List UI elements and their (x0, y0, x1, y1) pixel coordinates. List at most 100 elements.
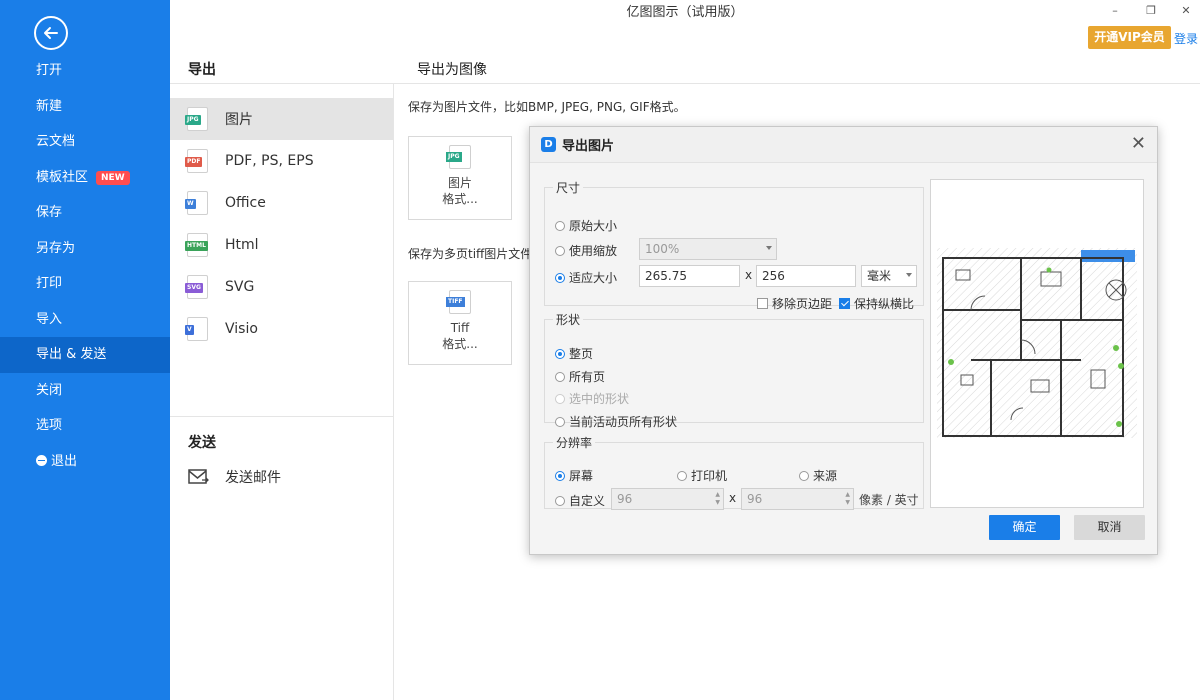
radio-source[interactable]: 来源 (799, 467, 837, 484)
format-label: Office (225, 195, 266, 211)
height-input[interactable]: 256 (756, 265, 856, 287)
send-email-button[interactable]: 发送邮件 (188, 467, 281, 487)
resolution-legend: 分辨率 (556, 436, 593, 450)
mail-icon (188, 469, 209, 484)
format-label: Html (225, 237, 259, 253)
width-input[interactable]: 265.75 (639, 265, 740, 287)
image-description: 保存为图片文件，比如BMP, JPEG, PNG, GIF格式。 (408, 100, 686, 114)
sidebar-item-exit[interactable]: 退出 (0, 444, 170, 480)
format-label: Visio (225, 321, 258, 337)
dpi-y-input[interactable]: 96 ▲ ▼ (741, 488, 854, 510)
radio-screen[interactable]: 屏幕 (555, 467, 593, 484)
spinner-icon: ▲ ▼ (845, 491, 850, 506)
radio-label: 适应大小 (569, 271, 618, 285)
format-item-svg[interactable]: SVG SVG (170, 266, 393, 308)
radio-current-active-page[interactable]: 当前活动页所有形状 (555, 413, 677, 430)
card-title: Tiff (450, 321, 470, 335)
export-heading: 导出 (188, 62, 216, 78)
export-as-image-heading: 导出为图像 (417, 62, 487, 78)
sidebar-item-import[interactable]: 导入 (0, 302, 170, 338)
radio-label: 所有页 (569, 370, 606, 384)
dpi-x-input[interactable]: 96 ▲ ▼ (611, 488, 724, 510)
sidebar-item-label: 新建 (36, 98, 63, 114)
tiff-format-card[interactable]: TIFF Tiff 格式... (408, 281, 512, 365)
shape-group: 形状 整页 所有页 选中的形状 当前活动页所有形状 (544, 311, 924, 429)
send-divider (170, 416, 393, 417)
close-window-button[interactable]: ✕ (1175, 0, 1197, 22)
sidebar-item-label: 打印 (36, 276, 63, 291)
send-email-label: 发送邮件 (225, 470, 281, 486)
vip-button[interactable]: 开通VIP会员 (1088, 26, 1171, 49)
radio-dot (555, 371, 565, 382)
header-divider (170, 83, 1200, 84)
dpi-unit: 像素 / 英寸 (859, 493, 919, 507)
dpi-x-value: 96 (617, 492, 633, 506)
image-format-card[interactable]: JPG 图片 格式... (408, 136, 512, 220)
close-icon[interactable]: ✕ (1131, 135, 1146, 153)
sidebar-item-template-community[interactable]: 模板社区 NEW (0, 160, 170, 196)
radio-dot (555, 470, 565, 481)
format-item-image[interactable]: JPG 图片 (170, 98, 393, 140)
resolution-group: 分辨率 屏幕 打印机 来源 自定义 96 ▲ ▼ x 96 ▲ ▼ 像素 / 英寸 (544, 434, 924, 510)
sidebar-item-save-as[interactable]: 另存为 (0, 231, 170, 267)
card-subtitle: 格式... (442, 337, 478, 351)
radio-whole-page[interactable]: 整页 (555, 345, 593, 362)
radio-label: 来源 (813, 469, 838, 483)
radio-use-zoom[interactable]: 使用缩放 (555, 242, 617, 259)
tiff-file-icon: TIFF (446, 290, 471, 314)
sidebar-item-options[interactable]: 选项 (0, 408, 170, 444)
minimize-button[interactable]: – (1104, 0, 1126, 22)
radio-dot (555, 272, 565, 283)
sidebar-nav: 打开 新建 云文档 模板社区 NEW 保存 另存为 打印 导入 导出 & 发送 关… (0, 53, 170, 479)
checkbox-label: 保持纵横比 (854, 297, 915, 311)
radio-dot (799, 470, 809, 481)
sidebar-item-label: 导入 (36, 311, 63, 327)
shape-legend: 形状 (556, 313, 581, 327)
keep-ratio-checkbox[interactable]: 保持纵横比 (839, 295, 914, 312)
radio-dot (555, 495, 565, 506)
sidebar-item-cloud-docs[interactable]: 云文档 (0, 124, 170, 160)
sidebar-item-label: 导出 & 发送 (36, 347, 107, 362)
login-link[interactable]: 登录 (1174, 30, 1198, 47)
sidebar-item-label: 模板社区 (36, 169, 89, 185)
sidebar-item-open[interactable]: 打开 (0, 53, 170, 89)
format-item-pdf[interactable]: PDF PDF, PS, EPS (170, 140, 393, 182)
times-sign: x (745, 268, 753, 282)
back-button[interactable] (34, 16, 68, 50)
unit-select[interactable]: 毫米 (861, 265, 917, 287)
radio-custom[interactable]: 自定义 (555, 492, 605, 509)
sidebar-item-label: 云文档 (36, 134, 76, 149)
sidebar-item-export-send[interactable]: 导出 & 发送 (0, 337, 170, 373)
radio-original-size[interactable]: 原始大小 (555, 217, 617, 234)
sidebar-item-print[interactable]: 打印 (0, 266, 170, 302)
remove-margin-checkbox[interactable]: 移除页边距 (757, 295, 832, 312)
radio-label: 当前活动页所有形状 (569, 415, 678, 429)
arrow-left-icon (44, 27, 58, 39)
zoom-select[interactable]: 100% (639, 238, 777, 260)
dialog-titlebar: D 导出图片 ✕ (530, 127, 1157, 163)
radio-dot (555, 416, 565, 427)
format-item-visio[interactable]: V Visio (170, 308, 393, 350)
format-label: SVG (225, 279, 255, 295)
exit-icon (36, 454, 47, 466)
card-title: 图片 (447, 176, 472, 190)
radio-all-pages[interactable]: 所有页 (555, 368, 605, 385)
format-item-html[interactable]: HTML Html (170, 224, 393, 266)
sidebar-item-new[interactable]: 新建 (0, 89, 170, 125)
radio-selected-shapes[interactable]: 选中的形状 (555, 390, 629, 407)
sidebar-item-label: 关闭 (36, 382, 63, 398)
cancel-button[interactable]: 取消 (1074, 515, 1145, 540)
format-label: PDF, PS, EPS (225, 153, 314, 169)
radio-fit-size[interactable]: 适应大小 (555, 269, 617, 286)
radio-printer[interactable]: 打印机 (677, 467, 727, 484)
ok-button[interactable]: 确定 (989, 515, 1060, 540)
format-item-office[interactable]: W Office (170, 182, 393, 224)
sidebar-item-save[interactable]: 保存 (0, 195, 170, 231)
svg-file-icon: SVG (185, 275, 208, 299)
floor-plan-preview (937, 248, 1137, 438)
times-sign: x (729, 491, 737, 505)
sidebar-item-close[interactable]: 关闭 (0, 373, 170, 409)
restore-button[interactable]: ❐ (1140, 0, 1162, 22)
checkbox-label: 移除页边距 (772, 297, 833, 311)
radio-label: 原始大小 (569, 219, 618, 233)
